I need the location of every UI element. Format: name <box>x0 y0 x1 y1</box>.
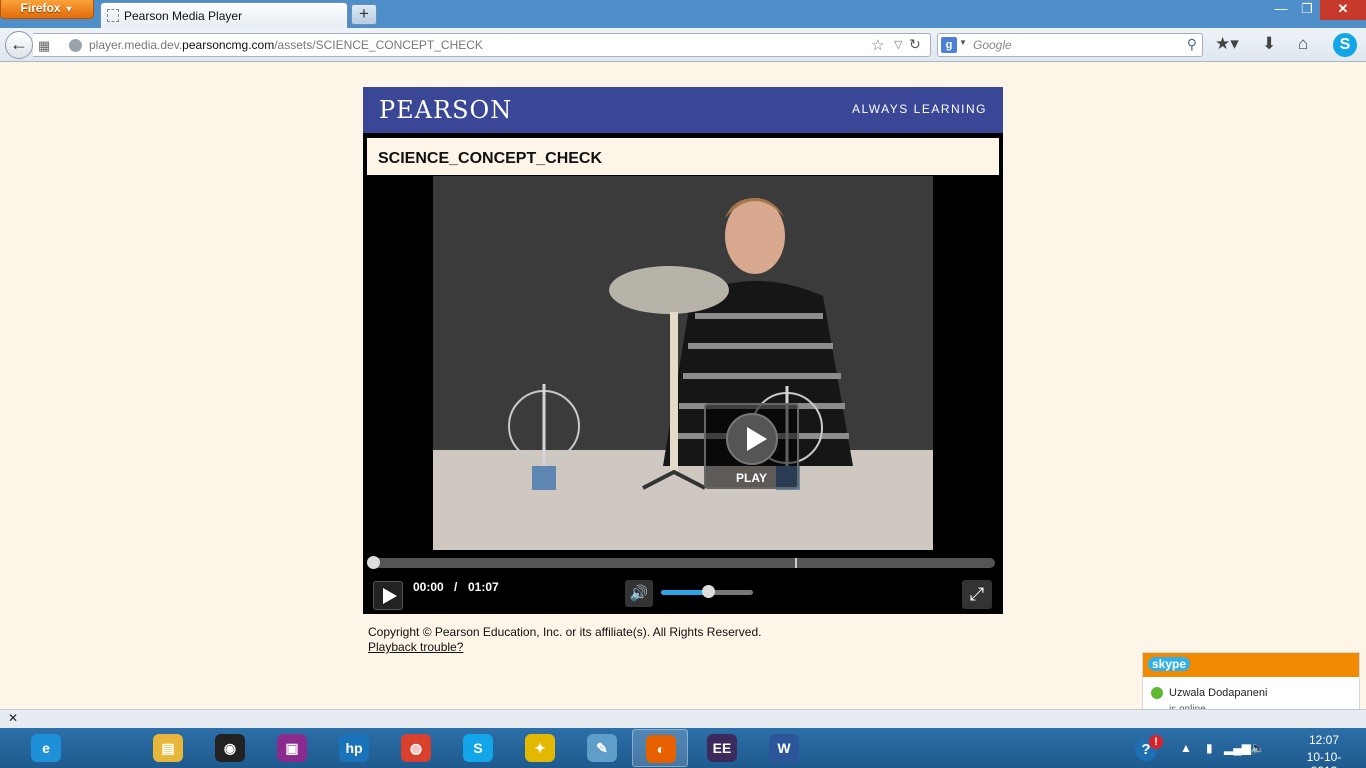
skype-icon[interactable]: S <box>1333 33 1357 57</box>
action-center-alert-icon[interactable]: ?! <box>1135 735 1163 763</box>
notification-bar: ✕ <box>0 709 1366 728</box>
reload-icon[interactable]: ↻ <box>909 36 921 53</box>
current-time: 00:00 <box>413 580 444 594</box>
title-bar: Firefox ▼ Pearson Media Player + — ❐ ✕ <box>0 0 1366 28</box>
chevron-down-icon[interactable]: ▼ <box>959 38 967 47</box>
play-icon <box>726 413 778 465</box>
taskbar-hp[interactable]: hp <box>326 729 382 767</box>
big-play-button[interactable]: PLAY <box>704 403 799 489</box>
play-button[interactable] <box>373 581 403 610</box>
globe-icon[interactable] <box>69 39 82 52</box>
speaker-icon[interactable]: 🔈 <box>1250 741 1265 755</box>
cast-app-icon: ▣ <box>277 734 307 762</box>
skype-logo: skype <box>1148 657 1191 671</box>
hp-icon: hp <box>339 734 369 762</box>
cyberduck-icon: ✦ <box>525 734 555 762</box>
pear-conductor <box>609 266 729 314</box>
eclipse-java-ee-icon: EE <box>707 734 737 762</box>
bookmarks-menu-icon[interactable]: ★▾ <box>1215 34 1239 54</box>
show-hidden-icons-icon[interactable]: ▲ <box>1180 741 1192 755</box>
tab-title: Pearson Media Player <box>124 9 243 23</box>
back-button[interactable]: ← <box>5 31 33 59</box>
contact-name: Uzwala Dodapaneni <box>1169 687 1268 699</box>
asset-title: SCIENCE_CONCEPT_CHECK <box>378 150 603 167</box>
firefox-menu-button[interactable]: Firefox ▼ <box>0 0 94 19</box>
notification-header: skype <box>1143 653 1359 677</box>
taskbar-firefox[interactable]: ◐ <box>632 729 688 767</box>
firefox-icon: ◐ <box>646 735 676 763</box>
search-icon[interactable]: ⚲ <box>1187 36 1197 53</box>
fullscreen-icon[interactable]: ⤢ <box>962 580 992 609</box>
restore-button[interactable]: ❐ <box>1294 0 1320 20</box>
seek-buffer-marker <box>795 558 797 568</box>
volume-handle[interactable] <box>702 585 715 598</box>
taskbar-word[interactable]: W <box>756 729 812 767</box>
close-button[interactable]: ✕ <box>1320 0 1366 20</box>
taskbar-cyberduck[interactable]: ✦ <box>512 729 568 767</box>
file-explorer-icon: ▤ <box>153 734 183 762</box>
time-separator: / <box>454 580 458 594</box>
taskbar-file-explorer[interactable]: ▤ <box>140 729 196 767</box>
tagline: ALWAYS LEARNING <box>852 102 987 116</box>
search-input[interactable]: Google <box>973 38 1012 52</box>
minimize-button[interactable]: — <box>1268 0 1294 20</box>
pearson-banner: PEARSON ALWAYS LEARNING <box>363 87 1003 133</box>
taskbar-skype[interactable]: S <box>450 729 506 767</box>
signal-icon[interactable]: ▂▄▆ <box>1224 741 1251 755</box>
taskbar-eclipse-java-ee[interactable]: EE <box>694 729 750 767</box>
video-still <box>433 176 933 550</box>
google-engine-icon[interactable]: g <box>941 37 957 53</box>
clock-date[interactable]: 10-10-2013 <box>1294 750 1354 768</box>
seek-handle[interactable] <box>367 556 380 569</box>
internet-explorer-icon: e <box>31 734 61 762</box>
chevron-down-icon: ▼ <box>64 4 74 14</box>
panorama-icon[interactable]: ▦ <box>38 38 50 54</box>
search-bar[interactable]: g ▼ Google ⚲ <box>937 33 1203 57</box>
seek-bar[interactable] <box>367 556 995 569</box>
navigation-toolbar: ← ▦ player.media.dev.pearsoncmg.com/asse… <box>0 28 1366 62</box>
firefox-menu-label: Firefox <box>20 1 61 15</box>
online-status-icon <box>1151 687 1163 699</box>
person-head <box>725 198 785 274</box>
copyright-text: Copyright © Pearson Education, Inc. or i… <box>368 625 762 639</box>
battery-icon[interactable]: ▮ <box>1206 741 1213 755</box>
taskbar-media-player[interactable]: ◉ <box>202 729 258 767</box>
media-player-icon: ◉ <box>215 734 245 762</box>
asset-title-bar: SCIENCE_CONCEPT_CHECK <box>367 138 999 175</box>
playback-trouble-link[interactable]: Playback trouble? <box>368 640 463 654</box>
url-bar[interactable]: ▦ player.media.dev.pearsoncmg.com/assets… <box>33 33 931 57</box>
volume-level <box>661 590 707 595</box>
chrome-icon: ◍ <box>401 734 431 762</box>
url-text[interactable]: player.media.dev.pearsoncmg.com/assets/S… <box>89 38 483 52</box>
big-play-label: PLAY <box>736 471 767 485</box>
download-icon[interactable]: ⬇ <box>1262 34 1276 54</box>
taskbar-notepad[interactable]: ✎ <box>574 729 630 767</box>
history-dropdown-icon[interactable]: ▽ <box>894 38 902 51</box>
bookmark-star-icon[interactable]: ☆ <box>871 36 884 54</box>
taskbar-cast-app[interactable]: ▣ <box>264 729 320 767</box>
close-icon[interactable]: ✕ <box>8 711 18 725</box>
clock-time[interactable]: 12:07 <box>1298 733 1350 747</box>
duration-time: 01:07 <box>468 580 499 594</box>
page-icon <box>107 9 119 22</box>
taskbar-internet-explorer[interactable]: e <box>18 729 74 767</box>
skype-icon: S <box>463 734 493 762</box>
electroscope-left-base <box>532 466 556 490</box>
pearson-logo: PEARSON <box>379 96 513 124</box>
media-player: PEARSON ALWAYS LEARNING SCIENCE_CONCEPT_… <box>363 87 1003 614</box>
taskbar-chrome[interactable]: ◍ <box>388 729 444 767</box>
word-icon: W <box>769 734 799 762</box>
home-icon[interactable]: ⌂ <box>1298 34 1308 54</box>
video-frame[interactable]: PLAY <box>433 176 933 550</box>
new-tab-button[interactable]: + <box>351 4 377 25</box>
notepad-icon: ✎ <box>587 734 617 762</box>
volume-icon[interactable]: 🔊 <box>625 580 653 607</box>
tab-pearson-media-player[interactable]: Pearson Media Player <box>100 2 348 28</box>
